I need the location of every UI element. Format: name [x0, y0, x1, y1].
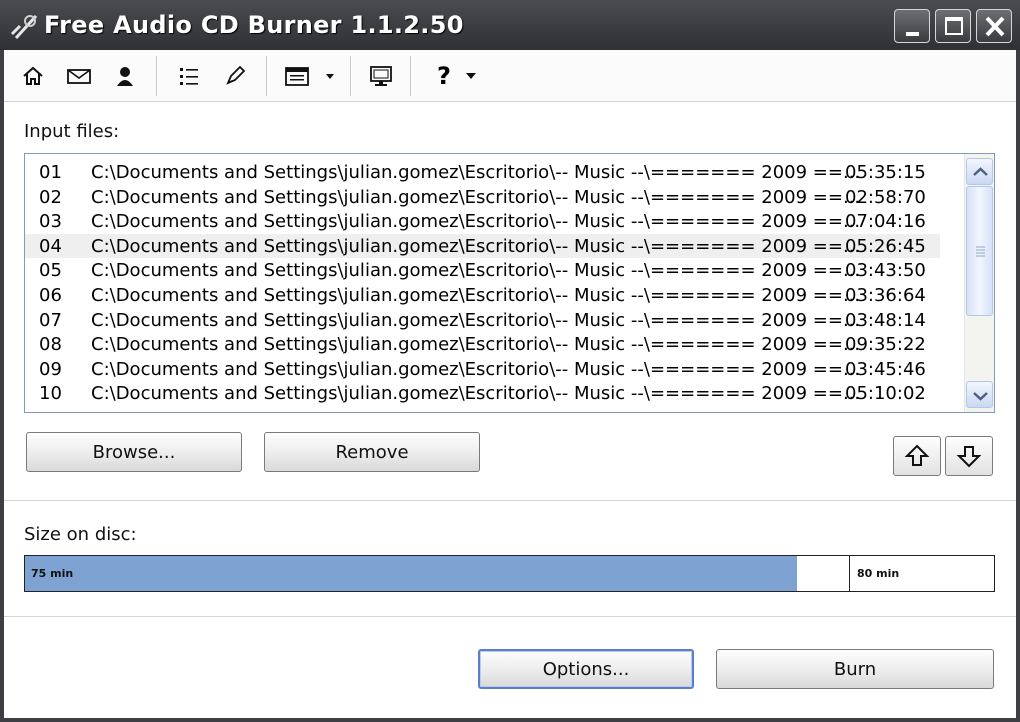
track-number: 06 — [39, 285, 62, 306]
remove-button[interactable]: Remove — [264, 432, 480, 472]
chevron-down-icon — [465, 73, 476, 79]
window-menu-icon — [285, 67, 334, 86]
list-item[interactable]: 01 C:\Documents and Settings\julian.gomez… — [25, 160, 940, 185]
track-path: C:\Documents and Settings\julian.gomez\E… — [91, 383, 861, 405]
track-duration: 07:04:16 — [845, 211, 926, 233]
move-down-button[interactable] — [945, 436, 993, 476]
list-item[interactable]: 02 C:\Documents and Settings\julian.gomez… — [25, 185, 940, 210]
disc-usage-bar: 75 min 80 min — [24, 555, 995, 592]
list-item[interactable]: 10 C:\Documents and Settings\julian.gomez… — [25, 381, 940, 406]
track-path: C:\Documents and Settings\julian.gomez\E… — [91, 235, 861, 257]
list-item[interactable]: 04 C:\Documents and Settings\julian.gomez… — [25, 233, 940, 259]
track-path: C:\Documents and Settings\julian.gomez\E… — [91, 309, 861, 331]
scroll-thumb[interactable] — [966, 186, 993, 316]
user-button[interactable] — [108, 58, 142, 94]
track-number: 10 — [39, 383, 62, 405]
list-item[interactable]: 05 C:\Documents and Settings\julian.gomez… — [25, 258, 940, 283]
help-dropdown[interactable]: ? — [428, 58, 486, 94]
minimize-button[interactable] — [894, 9, 930, 43]
track-number: 04 — [39, 235, 62, 257]
track-path: C:\Documents and Settings\julian.gomez\E… — [91, 186, 861, 208]
scroll-down-button[interactable] — [966, 381, 993, 408]
track-path: C:\Documents and Settings\julian.gomez\E… — [91, 334, 861, 356]
disc-capacity-marker — [849, 556, 850, 591]
mail-icon — [67, 69, 91, 84]
input-files-label: Input files: — [24, 121, 120, 142]
toolbar-separator — [410, 56, 412, 96]
track-duration: 09:35:22 — [845, 334, 926, 356]
track-duration: 05:26:45 — [845, 235, 926, 257]
maximize-icon — [945, 17, 963, 35]
pencil-icon — [226, 65, 246, 85]
edit-button[interactable] — [218, 58, 252, 94]
close-icon — [985, 16, 1005, 37]
input-files-list[interactable]: 01 C:\Documents and Settings\julian.gomez… — [24, 153, 995, 413]
track-number: 02 — [39, 186, 62, 208]
app-icon — [10, 14, 38, 40]
arrow-up-icon — [904, 444, 930, 466]
scroll-up-button[interactable] — [966, 158, 993, 185]
toolbar-separator — [156, 56, 158, 96]
track-duration: 02:58:70 — [845, 186, 926, 208]
user-icon — [117, 67, 133, 86]
track-path: C:\Documents and Settings\julian.gomez\E… — [91, 358, 861, 380]
maximize-button[interactable] — [935, 9, 971, 43]
list-item[interactable]: 03 C:\Documents and Settings\julian.gomez… — [25, 209, 940, 234]
main-panel: ? Input files: 01 C:\Documents and Settin… — [4, 50, 1016, 718]
list-item[interactable]: 07 C:\Documents and Settings\julian.gomez… — [25, 308, 940, 333]
track-path: C:\Documents and Settings\julian.gomez\E… — [91, 285, 861, 306]
list-item[interactable]: 09 C:\Documents and Settings\julian.gomez… — [25, 357, 940, 382]
window-menu-dropdown[interactable] — [282, 58, 342, 94]
vertical-scrollbar[interactable] — [964, 154, 994, 412]
disc-capacity-label: 80 min — [857, 567, 900, 580]
monitor-button[interactable] — [364, 58, 398, 94]
list-item[interactable]: 06 C:\Documents and Settings\julian.gomez… — [25, 283, 940, 308]
chevron-up-icon — [973, 167, 988, 176]
title-bar[interactable]: Free Audio CD Burner 1.1.2.50 — [0, 0, 1020, 50]
track-number: 09 — [39, 358, 62, 380]
chevron-down-icon — [973, 392, 988, 401]
track-duration: 03:43:50 — [845, 260, 926, 282]
track-duration: 03:48:14 — [845, 309, 926, 331]
email-button[interactable] — [62, 58, 96, 94]
list-button[interactable] — [172, 58, 206, 94]
track-duration: 03:36:64 — [845, 285, 926, 306]
track-duration: 03:45:46 — [845, 358, 926, 380]
section-divider — [4, 616, 1016, 618]
track-path: C:\Documents and Settings\julian.gomez\E… — [91, 211, 861, 233]
move-up-button[interactable] — [893, 436, 941, 476]
browse-button[interactable]: Browse... — [26, 432, 242, 472]
monitor-icon — [370, 66, 392, 86]
disc-used-label: 75 min — [31, 567, 74, 580]
track-number: 07 — [39, 309, 62, 331]
toolbar-separator — [266, 56, 268, 96]
burn-button[interactable]: Burn — [716, 649, 994, 689]
section-divider — [4, 500, 1016, 502]
arrow-down-icon — [956, 446, 982, 468]
home-icon — [23, 66, 43, 85]
track-duration: 05:35:15 — [845, 162, 926, 183]
toolbar-separator — [350, 56, 352, 96]
help-icon: ? — [437, 62, 451, 90]
home-button[interactable] — [16, 58, 50, 94]
list-item[interactable]: 08 C:\Documents and Settings\julian.gomez… — [25, 332, 940, 357]
track-number: 01 — [39, 162, 62, 183]
track-number: 03 — [39, 211, 62, 233]
window-title: Free Audio CD Burner 1.1.2.50 — [44, 11, 464, 39]
app-window: Free Audio CD Burner 1.1.2.50 ? Input fi… — [0, 0, 1020, 722]
disc-usage-fill — [25, 556, 797, 591]
list-icon — [180, 68, 198, 85]
close-button[interactable] — [976, 9, 1012, 43]
grip-icon — [976, 246, 985, 257]
track-number: 08 — [39, 334, 62, 356]
track-path: C:\Documents and Settings\julian.gomez\E… — [91, 260, 861, 282]
size-on-disc-label: Size on disc: — [24, 524, 137, 545]
track-number: 05 — [39, 260, 62, 282]
options-button[interactable]: Options... — [478, 649, 694, 689]
track-duration: 05:10:02 — [845, 383, 926, 405]
minimize-icon — [906, 32, 919, 36]
toolbar: ? — [4, 50, 1016, 102]
track-path: C:\Documents and Settings\julian.gomez\E… — [91, 162, 861, 183]
